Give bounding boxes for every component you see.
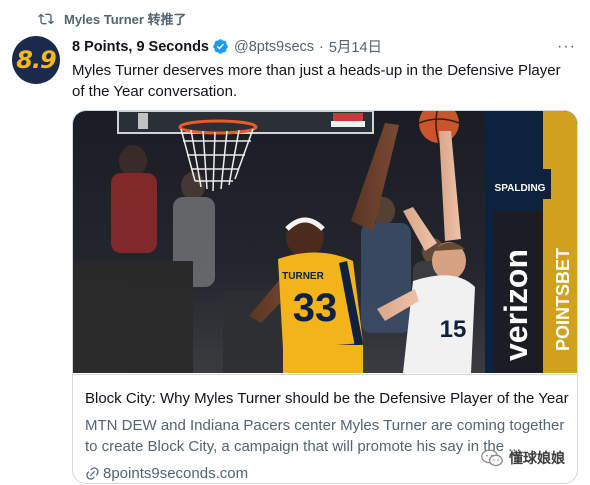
tweet-header: 8 Points, 9 Seconds @8pts9secs · 5月14日 [72, 36, 382, 57]
jersey-number: 33 [293, 286, 338, 330]
more-options-icon[interactable]: ··· [557, 38, 576, 56]
author-avatar[interactable]: 8.9 [12, 36, 60, 84]
link-card[interactable]: SPALDING verizon POINTSBET TURNER 33 15 [72, 110, 578, 484]
retweet-icon [38, 13, 54, 24]
verified-badge-icon [213, 39, 228, 54]
avatar-logo-text: 8.9 [16, 46, 57, 74]
tweet-text: Myles Turner deserves more than just a h… [72, 62, 561, 100]
retweet-indicator[interactable]: Myles Turner 转推了 [38, 9, 187, 28]
watermark-text: 懂球娘娘 [509, 450, 565, 466]
sponsor-verizon: verizon [498, 249, 534, 361]
author-display-name[interactable]: 8 Points, 9 Seconds [72, 39, 209, 55]
opponent-jersey-number: 15 [440, 316, 467, 343]
author-handle[interactable]: @8pts9secs [234, 39, 314, 55]
card-domain: 8points9seconds.com [103, 465, 249, 482]
card-body[interactable]: Block City: Why Myles Turner should be t… [73, 374, 577, 483]
retweet-label: Myles Turner 转推了 [64, 12, 187, 27]
jersey-name: TURNER [282, 271, 324, 282]
header-separator: · [319, 38, 324, 55]
sponsor-spalding: SPALDING [495, 183, 546, 194]
tweet-date[interactable]: 5月14日 [329, 36, 382, 57]
card-image[interactable]: SPALDING verizon POINTSBET TURNER 33 15 [73, 111, 577, 373]
card-domain-link[interactable]: 8points9seconds.com [85, 465, 248, 482]
sponsor-pointsbet: POINTSBET [553, 248, 573, 351]
card-title[interactable]: Block City: Why Myles Turner should be t… [85, 390, 569, 407]
link-icon [86, 467, 99, 480]
watermark: 懂球娘娘 [481, 448, 565, 468]
wechat-icon [481, 449, 503, 467]
